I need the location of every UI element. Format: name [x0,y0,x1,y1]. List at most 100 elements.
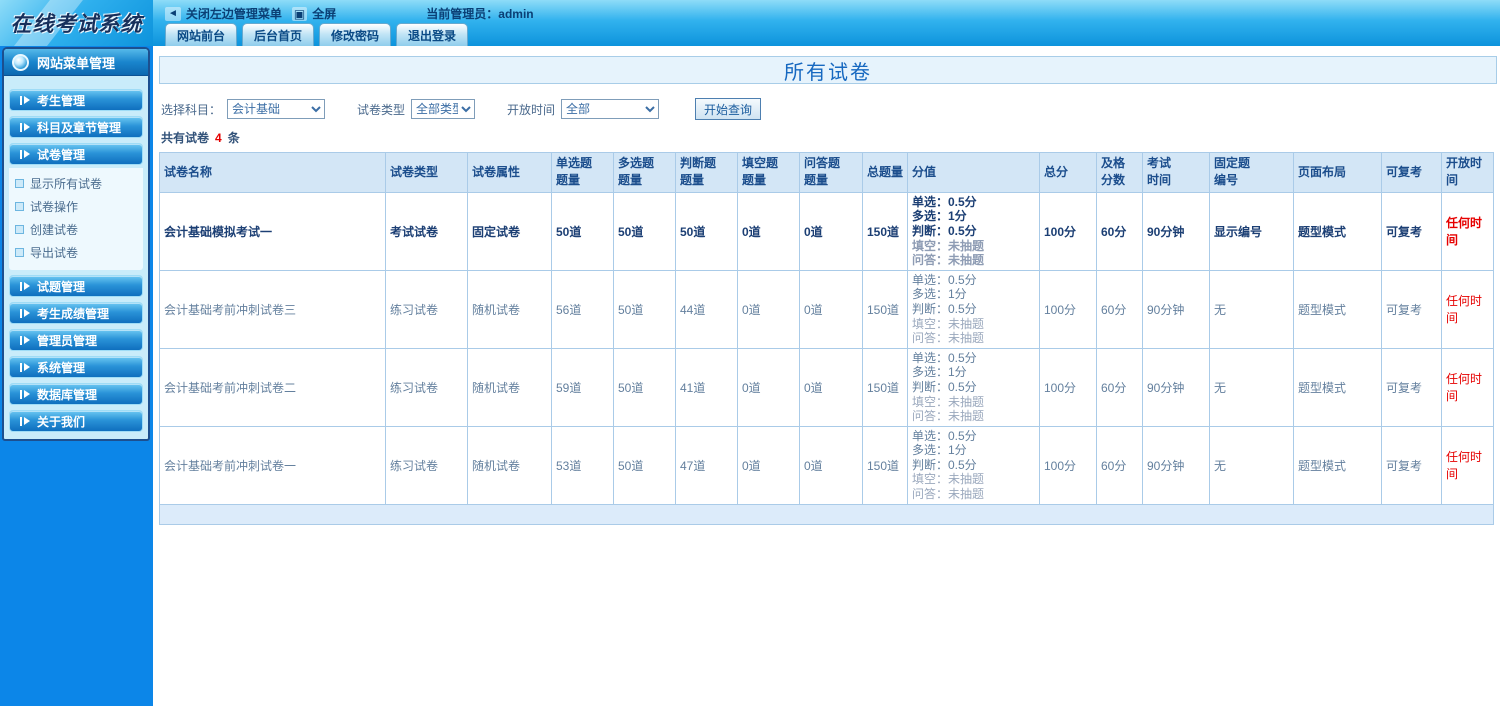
cell-judge-count: 50道 [675,191,738,271]
cell-fixed-number: 无 [1209,347,1294,427]
cell-paper-type: 练习试卷 [385,347,468,427]
cell-pass-score: 60分 [1096,191,1143,271]
sidebar-item-label: 试卷管理 [37,147,86,162]
cell-paper-attr: 随机试卷 [467,425,552,505]
sidebar-item-label: 关于我们 [37,414,86,429]
play-icon [20,122,30,132]
cell-paper-name: 会计基础考前冲刺试卷一 [159,425,386,505]
cell-paper-type: 练习试卷 [385,425,468,505]
table-footer-row [159,503,1494,525]
cell-paper-name: 会计基础考前冲刺试卷二 [159,347,386,427]
table-header-row: 试卷名称 试卷类型 试卷属性 单选题 题量 多选题 题量 判断题 题量 填空题 … [159,152,1494,193]
sidebar-item-admin-management[interactable]: 管理员管理 [9,329,143,351]
collapse-menu-button[interactable]: ◄ 关闭左边管理菜单 [165,5,282,22]
sidebar-item-about-us[interactable]: 关于我们 [9,410,143,432]
cell-total-score: 100分 [1039,425,1097,505]
submenu-item-paper-operations[interactable]: 试卷操作 [15,195,143,218]
cell-fill-count: 0道 [737,347,800,427]
col-header-open-time: 开放时间 [1441,152,1494,193]
cell-fill-count: 0道 [737,269,800,349]
play-icon [20,95,30,105]
col-header-judge-count: 判断题 题量 [675,152,738,193]
cell-paper-name: 会计基础模拟考试一 [159,191,386,271]
col-header-single-count: 单选题 题量 [551,152,614,193]
tab-backend-home[interactable]: 后台首页 [242,23,315,46]
col-header-fill-count: 填空题 题量 [737,152,800,193]
paper-management-submenu: 显示所有试卷 试卷操作 创建试卷 导出试卷 [9,168,143,270]
cell-qa-count: 0道 [799,191,863,271]
tab-change-password[interactable]: 修改密码 [319,23,392,46]
cell-open-time: 任何时间 [1441,191,1494,271]
table-row: 会计基础考前冲刺试卷二 练习试卷 随机试卷 59道 50道 41道 0道 0道 … [159,347,1494,427]
page-title-bar: 所有试卷 [159,56,1497,84]
play-icon [20,362,30,372]
tab-site-frontend[interactable]: 网站前台 [165,23,238,46]
sidebar-item-question-management[interactable]: 试题管理 [9,275,143,297]
cell-exam-time: 90分钟 [1142,269,1210,349]
cell-fill-count: 0道 [737,425,800,505]
subject-select[interactable]: 会计基础 [227,99,326,119]
sidebar-item-subject-chapter-management[interactable]: 科目及章节管理 [9,116,143,138]
cell-retake: 可复考 [1381,347,1442,427]
cell-total-score: 100分 [1039,269,1097,349]
collapse-menu-label: 关闭左边管理菜单 [185,7,282,21]
result-summary: 共有试卷 4 条 [161,129,1497,146]
open-time-select[interactable]: 全部 [561,99,660,119]
tab-logout[interactable]: 退出登录 [396,23,469,46]
type-filter-label: 试卷类型 [357,102,406,117]
cell-page-layout: 题型模式 [1293,425,1382,505]
sidebar-item-database-management[interactable]: 数据库管理 [9,383,143,405]
cell-single-count: 53道 [551,425,614,505]
app-logo-text: 在线考试系统 [10,11,143,36]
play-icon [20,416,30,426]
cell-single-count: 59道 [551,347,614,427]
cell-page-layout: 题型模式 [1293,347,1382,427]
cell-exam-time: 90分钟 [1142,425,1210,505]
fullscreen-icon: ▣ [291,6,308,21]
cell-paper-type: 练习试卷 [385,269,468,349]
app-logo: 在线考试系统 [0,0,153,46]
subject-filter-label: 选择科目： [161,102,222,117]
sidebar-item-label: 考生管理 [37,93,86,108]
topbar-tabs: 网站前台 后台首页 修改密码 退出登录 [165,23,469,46]
submenu-item-show-all-papers[interactable]: 显示所有试卷 [15,172,143,195]
cell-multi-count: 50道 [613,347,676,427]
cell-total-score: 100分 [1039,347,1097,427]
submenu-item-label: 创建试卷 [30,223,79,237]
paper-type-select[interactable]: 全部类型 [411,99,476,119]
cell-page-layout: 题型模式 [1293,269,1382,349]
sidebar-item-label: 考生成绩管理 [37,306,110,321]
fullscreen-button[interactable]: ▣ 全屏 [291,5,336,22]
sidebar-item-score-management[interactable]: 考生成绩管理 [9,302,143,324]
col-header-pass-score: 及格 分数 [1096,152,1143,193]
sidebar-item-label: 系统管理 [37,360,86,375]
sidebar: 在线考试系统 网站菜单管理 考生管理 科目及章节管理 试卷管理 显示所有试卷 试… [0,0,153,706]
square-bullet-icon [15,225,24,234]
table-footer-spacer [159,503,1494,525]
table-row: 会计基础模拟考试一 考试试卷 固定试卷 50道 50道 50道 0道 0道 15… [159,191,1494,271]
sidebar-item-system-management[interactable]: 系统管理 [9,356,143,378]
play-icon [20,389,30,399]
start-query-button[interactable]: 开始查询 [695,98,762,120]
cell-page-layout: 题型模式 [1293,191,1382,271]
submenu-item-create-paper[interactable]: 创建试卷 [15,218,143,241]
summary-count: 4 [215,131,222,145]
sidebar-item-paper-management[interactable]: 试卷管理 [9,143,143,165]
submenu-item-export-paper[interactable]: 导出试卷 [15,241,143,264]
cell-exam-time: 90分钟 [1142,347,1210,427]
col-header-paper-attr: 试卷属性 [467,152,552,193]
col-header-multi-count: 多选题 题量 [613,152,676,193]
cell-retake: 可复考 [1381,425,1442,505]
cell-pass-score: 60分 [1096,269,1143,349]
cell-fill-count: 0道 [737,191,800,271]
play-icon [20,335,30,345]
sidebar-item-label: 试题管理 [37,279,86,294]
cell-fixed-number: 无 [1209,269,1294,349]
cell-exam-time: 90分钟 [1142,191,1210,271]
sidebar-panel: 网站菜单管理 考生管理 科目及章节管理 试卷管理 显示所有试卷 试卷操作 创建试… [2,47,150,441]
cell-paper-name: 会计基础考前冲刺试卷三 [159,269,386,349]
square-bullet-icon [15,248,24,257]
table-row: 会计基础考前冲刺试卷三 练习试卷 随机试卷 56道 50道 44道 0道 0道 … [159,269,1494,349]
sidebar-item-examinee-management[interactable]: 考生管理 [9,89,143,111]
square-bullet-icon [15,179,24,188]
